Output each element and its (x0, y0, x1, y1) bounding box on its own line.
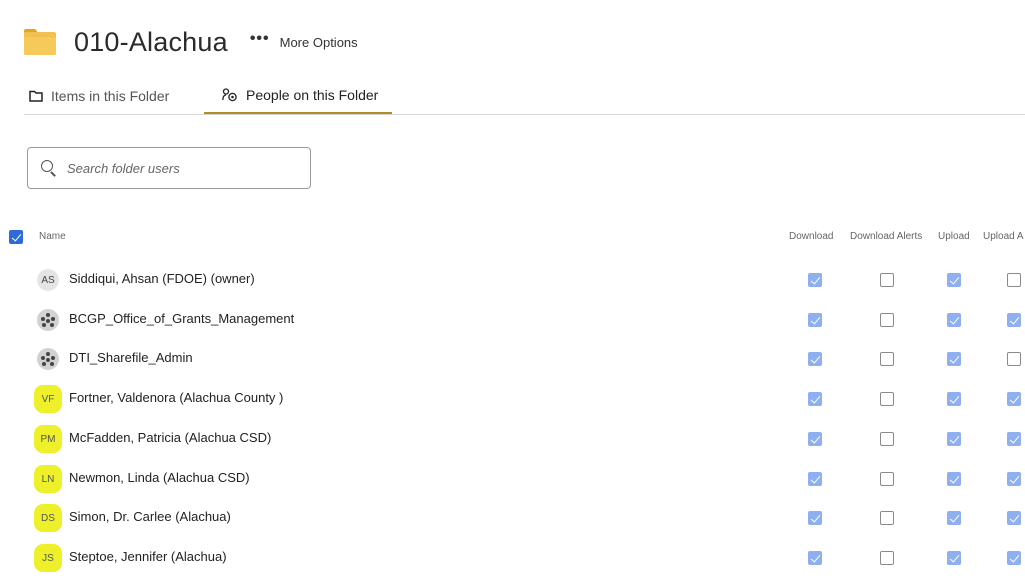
download-checkbox[interactable] (808, 273, 822, 287)
more-options-button[interactable]: More Options (280, 35, 358, 50)
avatar: AS (37, 269, 59, 291)
search-box (27, 147, 311, 189)
download-alerts-checkbox[interactable] (880, 352, 894, 366)
table-row[interactable]: PM McFadden, Patricia (Alachua CSD) (0, 428, 1025, 468)
avatar: VF (37, 388, 59, 410)
download-checkbox[interactable] (808, 472, 822, 486)
upload-alerts-checkbox[interactable] (1007, 273, 1021, 287)
column-header-upload: Upload (938, 231, 970, 242)
download-alerts-checkbox[interactable] (880, 313, 894, 327)
download-alerts-checkbox[interactable] (880, 432, 894, 446)
upload-alerts-checkbox[interactable] (1007, 472, 1021, 486)
download-checkbox[interactable] (808, 313, 822, 327)
column-header-download-alerts: Download Alerts (850, 231, 923, 242)
download-checkbox[interactable] (808, 392, 822, 406)
avatar: JS (37, 547, 59, 569)
upload-alerts-checkbox[interactable] (1007, 392, 1021, 406)
avatar: LN (37, 468, 59, 490)
download-alerts-checkbox[interactable] (880, 511, 894, 525)
download-checkbox[interactable] (808, 551, 822, 565)
download-alerts-checkbox[interactable] (880, 392, 894, 406)
people-settings-icon (222, 88, 237, 102)
group-icon (37, 309, 59, 331)
upload-checkbox[interactable] (947, 472, 961, 486)
download-checkbox[interactable] (808, 432, 822, 446)
upload-checkbox[interactable] (947, 432, 961, 446)
user-name: BCGP_Office_of_Grants_Management (69, 311, 295, 326)
column-header-upload-alerts: Upload A (983, 231, 1024, 242)
user-name: Steptoe, Jennifer (Alachua) (69, 549, 227, 564)
folder-header: 010-Alachua ••• More Options (24, 22, 358, 62)
upload-alerts-checkbox[interactable] (1007, 511, 1021, 525)
tab-label: Items in this Folder (51, 87, 170, 104)
upload-checkbox[interactable] (947, 352, 961, 366)
avatar: PM (37, 428, 59, 450)
table-row[interactable]: VF Fortner, Valdenora (Alachua County ) (0, 388, 1025, 428)
table-row[interactable]: DS Simon, Dr. Carlee (Alachua) (0, 507, 1025, 547)
table-row[interactable]: DTI_Sharefile_Admin (0, 348, 1025, 388)
download-alerts-checkbox[interactable] (880, 273, 894, 287)
user-name: Simon, Dr. Carlee (Alachua) (69, 509, 231, 524)
folder-icon (24, 29, 56, 55)
table-row[interactable]: AS Siddiqui, Ahsan (FDOE) (owner) (0, 269, 1025, 309)
upload-alerts-checkbox[interactable] (1007, 352, 1021, 366)
tab-people-on-folder[interactable]: People on this Folder (204, 78, 393, 114)
column-header-download: Download (789, 231, 834, 242)
upload-checkbox[interactable] (947, 511, 961, 525)
select-all-checkbox[interactable] (9, 230, 23, 244)
download-checkbox[interactable] (808, 511, 822, 525)
download-alerts-checkbox[interactable] (880, 472, 894, 486)
group-icon (37, 348, 59, 370)
user-name: Siddiqui, Ahsan (FDOE) (owner) (69, 271, 255, 286)
user-name: DTI_Sharefile_Admin (69, 350, 193, 365)
upload-checkbox[interactable] (947, 273, 961, 287)
avatar: DS (37, 507, 59, 529)
table-row[interactable]: LN Newmon, Linda (Alachua CSD) (0, 468, 1025, 508)
ellipsis-icon[interactable]: ••• (250, 30, 270, 48)
table-row[interactable]: BCGP_Office_of_Grants_Management (0, 309, 1025, 349)
folder-title: 010-Alachua (74, 26, 228, 57)
tab-label: People on this Folder (246, 87, 379, 103)
upload-checkbox[interactable] (947, 551, 961, 565)
upload-alerts-checkbox[interactable] (1007, 432, 1021, 446)
download-alerts-checkbox[interactable] (880, 551, 894, 565)
user-name: McFadden, Patricia (Alachua CSD) (69, 430, 272, 445)
column-header-name[interactable]: Name (39, 231, 66, 242)
upload-alerts-checkbox[interactable] (1007, 551, 1021, 565)
upload-alerts-checkbox[interactable] (1007, 313, 1021, 327)
upload-checkbox[interactable] (947, 313, 961, 327)
user-name: Fortner, Valdenora (Alachua County ) (69, 390, 284, 405)
search-icon (41, 160, 57, 177)
folder-tabs: Items in this Folder People on this Fold… (24, 78, 1025, 115)
user-name: Newmon, Linda (Alachua CSD) (69, 470, 250, 485)
search-input[interactable] (65, 159, 289, 177)
upload-checkbox[interactable] (947, 392, 961, 406)
download-checkbox[interactable] (808, 352, 822, 366)
folder-outline-icon (29, 90, 43, 102)
tab-items-in-folder[interactable]: Items in this Folder (29, 78, 169, 113)
table-row[interactable]: JS Steptoe, Jennifer (Alachua) (0, 547, 1025, 587)
